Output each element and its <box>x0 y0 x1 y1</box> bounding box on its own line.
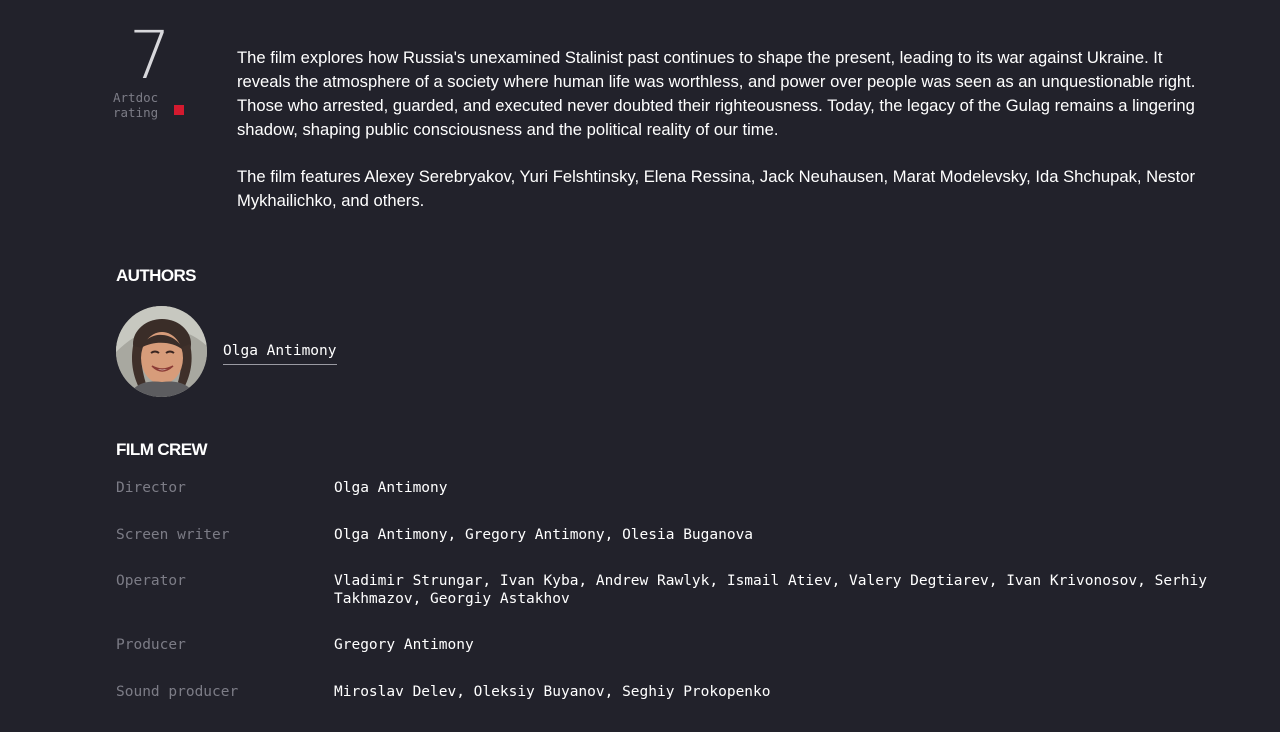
rating-label: Artdoc rating <box>113 90 159 120</box>
film-crew-title: FILM CREW <box>116 440 208 459</box>
rating-marker-icon <box>174 105 184 115</box>
artdoc-rating: 7 Artdoc rating <box>113 20 203 130</box>
crew-role: Sound producer <box>116 683 239 700</box>
crew-row: Director Olga Antimony <box>116 480 1216 498</box>
crew-role: Screen writer <box>116 526 230 543</box>
crew-row: Screen writer Olga Antimony, Gregory Ant… <box>116 527 1216 545</box>
crew-role: Director <box>116 480 186 496</box>
author-avatar[interactable] <box>116 306 207 397</box>
crew-names: Vladimir Strungar, Ivan Kyba, Andrew Raw… <box>334 573 1207 607</box>
crew-role: Operator <box>116 573 186 589</box>
description-paragraph: The film explores how Russia's unexamine… <box>237 48 1196 139</box>
crew-names: Miroslav Delev, Oleksiy Buyanov, Seghiy … <box>334 683 771 700</box>
crew-row: Sound producer Miroslav Delev, Oleksiy B… <box>116 684 1216 702</box>
crew-names: Gregory Antimony <box>334 637 474 653</box>
author-item[interactable]: Olga Antimony <box>116 306 337 397</box>
crew-row: Producer Gregory Antimony <box>116 637 1216 655</box>
film-page: 7 Artdoc rating The film explores how Ru… <box>0 0 1280 732</box>
authors-title: AUTHORS <box>116 266 196 285</box>
crew-names: Olga Antimony <box>334 480 448 496</box>
film-description: The film explores how Russia's unexamine… <box>237 46 1202 213</box>
rating-value: 7 <box>129 17 171 94</box>
author-name-link[interactable]: Olga Antimony <box>223 342 337 365</box>
crew-row: Operator Vladimir Strungar, Ivan Kyba, A… <box>116 573 1216 608</box>
author-portrait-icon <box>116 306 207 397</box>
crew-role: Producer <box>116 637 186 653</box>
film-crew-table: Director Olga Antimony Screen writer Olg… <box>116 480 1216 730</box>
description-paragraph: The film features Alexey Serebryakov, Yu… <box>237 167 1195 210</box>
crew-names: Olga Antimony, Gregory Antimony, Olesia … <box>334 526 754 543</box>
